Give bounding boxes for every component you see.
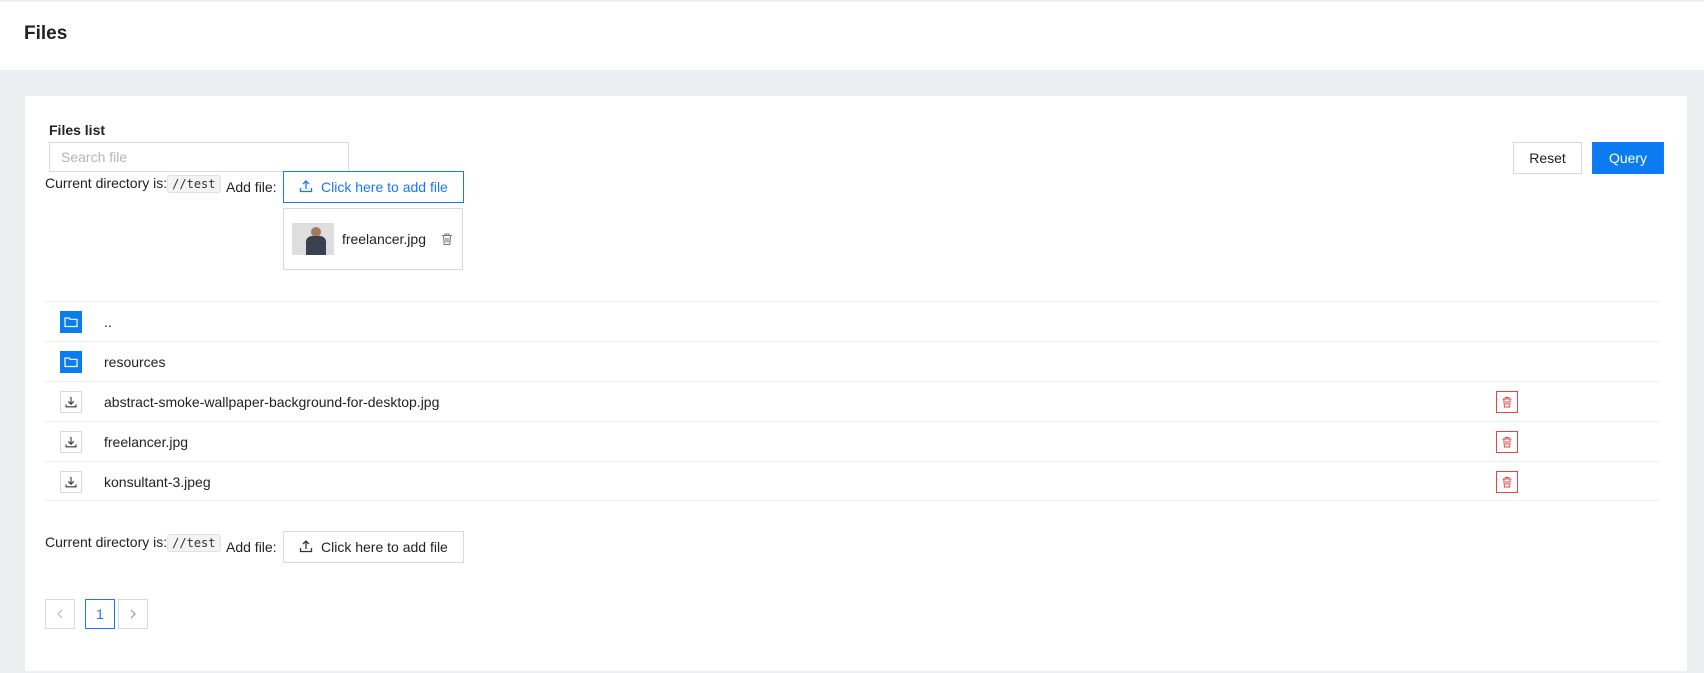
add-file-label-top: Add file: [226,179,277,195]
trash-icon [1501,396,1513,408]
files-card: Files list Reset Query Current directory… [25,96,1687,671]
entry-name[interactable]: .. [104,314,112,330]
pagination-prev[interactable] [45,599,75,629]
current-directory-path: //test [167,534,221,552]
delete-button[interactable] [1496,431,1518,453]
add-file-colon: : [272,539,277,555]
table-row[interactable]: freelancer.jpg [45,421,1659,461]
upload-button-label: Click here to add file [321,539,448,555]
trash-icon [1501,436,1513,448]
current-directory-path: //test [167,175,221,193]
entry-name: freelancer.jpg [104,434,189,450]
query-button[interactable]: Query [1592,142,1664,174]
search-input[interactable] [49,142,349,172]
table-row[interactable]: .. [45,301,1659,341]
download-icon[interactable] [60,431,82,453]
upload-preview: freelancer.jpg [283,208,463,270]
table-row[interactable]: konsultant-3.jpeg [45,461,1659,501]
delete-icon[interactable] [440,232,454,246]
entry-name: konsultant-3.jpeg [104,474,211,490]
table-row[interactable]: abstract-smoke-wallpaper-background-for-… [45,381,1659,421]
chevron-left-icon [56,606,64,622]
current-directory-label: Current directory is: [45,175,168,191]
upload-button-bottom[interactable]: Click here to add file [283,531,464,563]
entry-name[interactable]: resources [104,354,165,370]
delete-button[interactable] [1496,391,1518,413]
current-directory-top: Current directory is://test [45,175,221,193]
folder-icon[interactable] [60,351,82,373]
pagination-next[interactable] [118,599,148,629]
upload-button-top[interactable]: Click here to add file [283,171,464,203]
files-list-label: Files list [49,122,106,138]
trash-icon [1501,476,1513,488]
files-table: .. resources abstract-smoke-wallpaper-ba… [45,301,1659,501]
table-row[interactable]: resources [45,341,1659,381]
add-file-colon: : [272,179,277,195]
upload-icon [299,179,313,196]
download-icon[interactable] [60,391,82,413]
add-file-label: Add file [226,539,273,555]
upload-thumbnail [292,223,334,255]
upload-button-label: Click here to add file [321,179,448,195]
page-header: Files [0,0,1704,70]
reset-button[interactable]: Reset [1513,142,1582,174]
chevron-right-icon [129,606,137,622]
pagination-page[interactable]: 1 [85,599,115,629]
page-title: Files [24,23,68,44]
folder-icon[interactable] [60,311,82,333]
add-file-label-bottom: Add file: [226,539,277,555]
current-directory-bottom: Current directory is://test [45,534,221,552]
download-icon[interactable] [60,471,82,493]
entry-name: abstract-smoke-wallpaper-background-for-… [104,394,440,410]
upload-icon [299,539,313,556]
upload-file-name: freelancer.jpg [341,231,426,247]
add-file-label: Add file [226,179,273,195]
current-directory-label: Current directory is: [45,534,168,550]
delete-button[interactable] [1496,471,1518,493]
